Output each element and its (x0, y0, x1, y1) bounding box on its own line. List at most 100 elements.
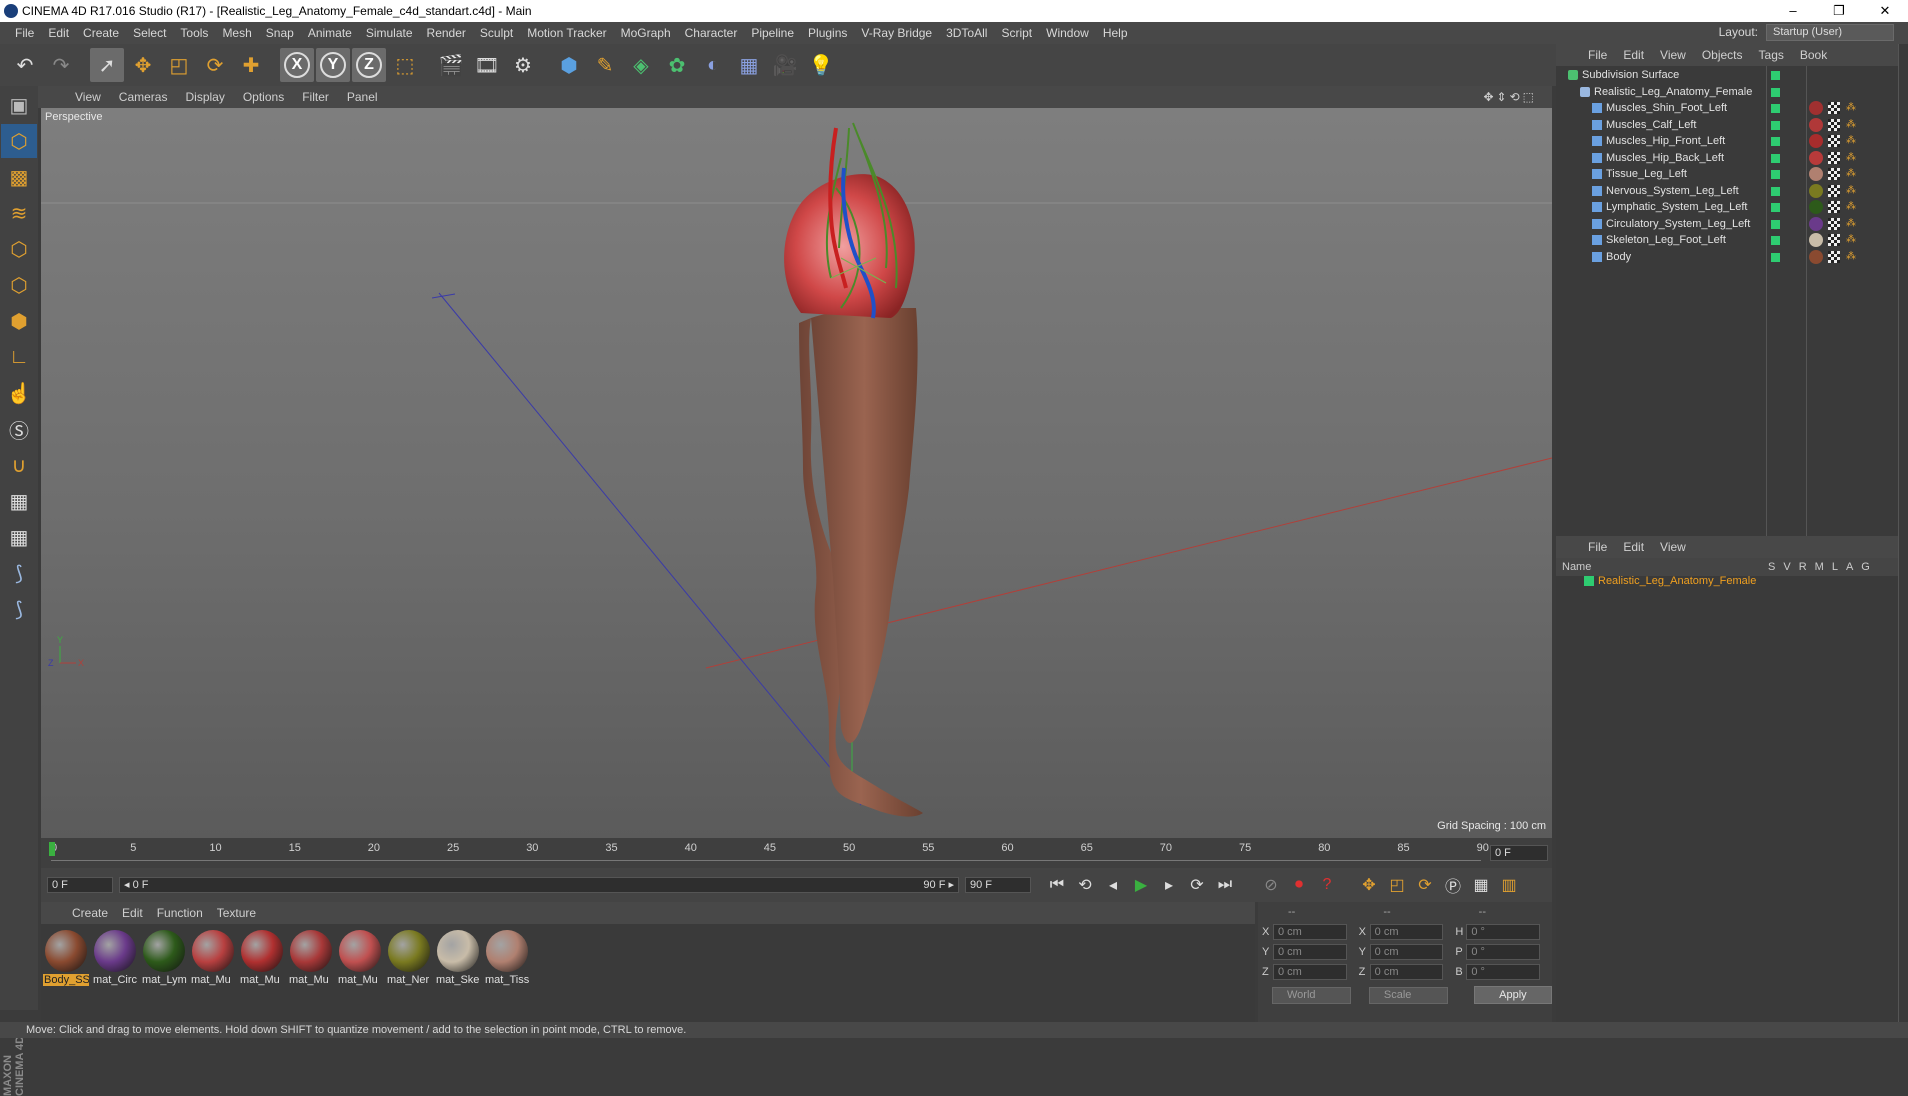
z-axis-lock-button[interactable]: Z (352, 48, 386, 82)
visibility-toggle[interactable] (1771, 87, 1780, 97)
menu-mesh[interactable]: Mesh (215, 26, 258, 40)
menu-mograph[interactable]: MoGraph (614, 26, 678, 40)
material-menu-function[interactable]: Function (150, 906, 210, 920)
play-icon[interactable]: ▶ (1129, 873, 1153, 897)
current-frame-field[interactable]: 0 F (1490, 845, 1548, 861)
render-settings-icon[interactable]: ⚙ (506, 48, 540, 82)
coordinate-system-icon[interactable]: ⬚ (388, 48, 422, 82)
render-picture-viewer-icon[interactable]: 🎞 (470, 48, 504, 82)
key-param-icon[interactable]: Ⓟ (1441, 873, 1465, 897)
material-tag[interactable] (1809, 249, 1823, 264)
rotate-tool-icon[interactable]: ⟳ (198, 48, 232, 82)
apply-button[interactable]: Apply (1473, 986, 1552, 1004)
menu-character[interactable]: Character (678, 26, 745, 40)
phong-tag-icon[interactable]: ⁂ (1846, 185, 1856, 196)
key-rotation-icon[interactable]: ⟳ (1413, 873, 1437, 897)
menu-window[interactable]: Window (1039, 26, 1096, 40)
material-swatch[interactable]: mat_Ske (435, 928, 481, 988)
timeline-ruler[interactable]: 051015202530354045505560657075808590 0 F (41, 838, 1552, 868)
phong-tag-icon[interactable]: ⁂ (1846, 152, 1856, 163)
object-menu-book[interactable]: Book (1792, 48, 1835, 62)
menu-3dtoall[interactable]: 3DToAll (939, 26, 994, 40)
coordinate-field[interactable]: 0 cm (1272, 964, 1347, 980)
coordinate-field[interactable]: 0 cm (1272, 924, 1347, 940)
key-position-icon[interactable]: ✥ (1357, 873, 1381, 897)
pen-spline-icon[interactable]: ✎ (588, 48, 622, 82)
next-key-icon[interactable]: ⟳ (1185, 873, 1209, 897)
material-tag[interactable] (1809, 117, 1823, 132)
uvw-tag-icon[interactable] (1828, 184, 1840, 197)
workplane-lock-icon[interactable]: ▦ (1, 484, 37, 518)
uvw-tag-icon[interactable] (1828, 234, 1840, 246)
model-mode-icon[interactable]: ▣ (1, 88, 37, 122)
minimize-button[interactable]: – (1770, 0, 1816, 22)
material-swatch[interactable]: mat_Mu (190, 928, 236, 988)
layer-menu-edit[interactable]: Edit (1615, 540, 1652, 554)
phong-tag-icon[interactable]: ⁂ (1846, 235, 1856, 245)
layer-menu-file[interactable]: File (1580, 540, 1615, 554)
uvw-tag-icon[interactable] (1828, 201, 1840, 213)
material-tag[interactable] (1809, 200, 1823, 214)
uvw-tag-icon[interactable] (1828, 118, 1840, 131)
render-view-icon[interactable]: 🎬 (434, 48, 468, 82)
viewport-menu-filter[interactable]: Filter (293, 90, 338, 104)
object-menu-tags[interactable]: Tags (1751, 48, 1792, 62)
material-tag[interactable] (1809, 101, 1823, 115)
phong-tag-icon[interactable]: ⁂ (1846, 218, 1856, 229)
visibility-toggle[interactable] (1771, 186, 1780, 196)
object-mode-icon[interactable]: ⬡ (1, 124, 37, 158)
camera-icon[interactable]: 🎥 (768, 48, 802, 82)
material-menu-edit[interactable]: Edit (115, 906, 150, 920)
coordinate-field[interactable]: 0 cm (1369, 944, 1444, 960)
phong-tag-icon[interactable]: ⁂ (1846, 251, 1856, 262)
object-menu-view[interactable]: View (1652, 48, 1694, 62)
next-frame-icon[interactable]: ▸ (1157, 873, 1181, 897)
move-tool-icon[interactable]: ✥ (126, 48, 160, 82)
polygons-mode-icon[interactable]: ⬢ (1, 304, 37, 338)
uvw-tag-icon[interactable] (1828, 102, 1840, 114)
snap-icon[interactable]: ∪ (1, 448, 37, 482)
cloner-icon[interactable]: ✿ (660, 48, 694, 82)
visibility-toggle[interactable] (1771, 236, 1780, 245)
autokey-icon[interactable]: ? (1315, 873, 1339, 897)
axis-mode-icon[interactable]: ∟ (1, 340, 37, 374)
viewport-menu-options[interactable]: Options (234, 90, 293, 104)
object-menu-objects[interactable]: Objects (1694, 48, 1751, 62)
material-menu-texture[interactable]: Texture (210, 906, 263, 920)
y-axis-lock-button[interactable]: Y (316, 48, 350, 82)
menu-sculpt[interactable]: Sculpt (473, 26, 520, 40)
uvw-tag-icon[interactable] (1828, 168, 1840, 180)
playhead-marker[interactable] (49, 842, 55, 856)
viewport-menu-view[interactable]: View (66, 90, 110, 104)
visibility-toggle[interactable] (1771, 170, 1780, 179)
visibility-toggle[interactable] (1771, 203, 1780, 212)
x-axis-lock-button[interactable]: X (280, 48, 314, 82)
coordinate-space-select[interactable]: World (1272, 986, 1351, 1004)
solo-icon[interactable]: Ⓢ (1, 412, 37, 446)
visibility-toggle[interactable] (1771, 104, 1780, 113)
visibility-toggle[interactable] (1771, 120, 1780, 130)
menu-tools[interactable]: Tools (173, 26, 215, 40)
uvw-tag-icon[interactable] (1828, 217, 1840, 230)
redo-icon[interactable]: ↷ (44, 48, 78, 82)
scale-tool-icon[interactable]: ◰ (162, 48, 196, 82)
previous-frame-icon[interactable]: ◂ (1101, 873, 1125, 897)
object-row[interactable]: Body ⁂ (1556, 248, 1896, 267)
menu-simulate[interactable]: Simulate (359, 26, 420, 40)
record-icon[interactable]: ⏺ (1287, 873, 1311, 897)
menu-render[interactable]: Render (420, 26, 473, 40)
visibility-toggle[interactable] (1771, 71, 1780, 80)
phong-tag-icon[interactable]: ⁂ (1846, 103, 1856, 113)
go-to-start-icon[interactable]: ⏮ (1045, 873, 1069, 897)
material-tag[interactable] (1809, 183, 1823, 198)
undo-icon[interactable]: ↶ (8, 48, 42, 82)
tweak-mode-icon[interactable]: ☝ (1, 376, 37, 410)
object-menu-edit[interactable]: Edit (1615, 48, 1652, 62)
visibility-toggle[interactable] (1771, 153, 1780, 163)
menu-animate[interactable]: Animate (301, 26, 359, 40)
material-tag[interactable] (1809, 216, 1823, 231)
layer-row[interactable]: Realistic_Leg_Anatomy_Female (1556, 572, 1908, 590)
phong-tag-icon[interactable]: ⁂ (1846, 202, 1856, 212)
edges-mode-icon[interactable]: ⬡ (1, 268, 37, 302)
viewport-menu-display[interactable]: Display (176, 90, 233, 104)
